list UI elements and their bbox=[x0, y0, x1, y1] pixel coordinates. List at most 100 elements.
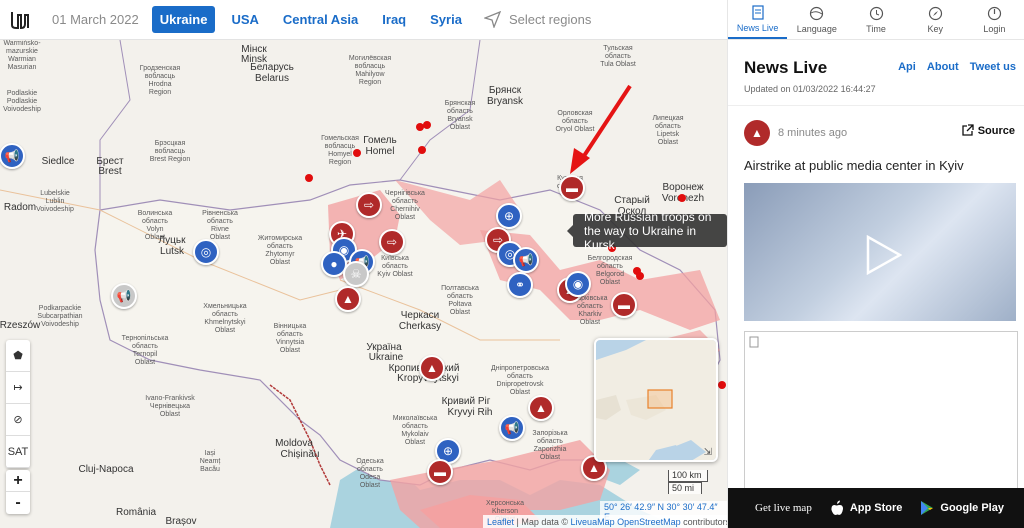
google-play-label: Google Play bbox=[940, 502, 1004, 514]
event-dot[interactable] bbox=[423, 121, 431, 129]
russian-event-marker[interactable]: ▲ bbox=[419, 355, 445, 381]
map-attribution: Leaflet | Map data © LiveuaMap OpenStree… bbox=[483, 515, 727, 528]
scale-mi: 50 mi bbox=[668, 482, 702, 494]
oblast-label: Дніпропетровська область Dnipropetrovsk Obl… bbox=[490, 365, 550, 396]
ukrainian-event-marker[interactable]: ◉ bbox=[565, 271, 591, 297]
russian-event-marker[interactable]: ▬ bbox=[559, 175, 585, 201]
zoom-in-button[interactable]: + bbox=[6, 470, 30, 492]
oblast-label: Warmińsko-mazurskie Warmian Masurian bbox=[3, 40, 41, 71]
measure-tool[interactable]: ↦ bbox=[6, 372, 30, 404]
event-dot[interactable] bbox=[305, 174, 313, 182]
updated-timestamp: Updated on 01/03/2022 16:44:27 bbox=[744, 84, 876, 94]
neutral-event-marker[interactable]: ☠ bbox=[343, 261, 369, 287]
nav-time[interactable]: Time bbox=[846, 0, 905, 39]
clock-icon bbox=[869, 6, 883, 20]
globe-icon bbox=[810, 6, 824, 20]
tab-iraq[interactable]: Iraq bbox=[374, 6, 414, 33]
neutral-event-marker[interactable]: 📢 bbox=[111, 283, 137, 309]
oblast-label: Ivano-Frankivsk Чернівецька Oblast bbox=[145, 395, 195, 418]
oblast-label: Вінницька область Vinnytsia Oblast bbox=[273, 323, 307, 354]
get-live-map-text: Get live map bbox=[755, 502, 812, 514]
contributors-text: contributors bbox=[683, 517, 727, 527]
russian-event-marker[interactable]: ▬ bbox=[611, 292, 637, 318]
select-regions-button[interactable]: Select regions bbox=[483, 11, 591, 28]
zoom-control: + - bbox=[6, 470, 30, 514]
oblast-label: Липецкая область Lipetsk Oblast bbox=[652, 115, 684, 146]
hide-layer-tool[interactable]: ⊘ bbox=[6, 404, 30, 436]
broken-image-icon bbox=[749, 336, 759, 348]
russian-event-marker[interactable]: ▬ bbox=[427, 459, 453, 485]
city-label: Ukraine bbox=[368, 352, 404, 363]
document-icon bbox=[751, 4, 764, 20]
russian-event-marker[interactable]: ▲ bbox=[335, 286, 361, 312]
event-dot[interactable] bbox=[353, 149, 361, 157]
ukrainian-event-marker[interactable]: ◎ bbox=[193, 239, 219, 265]
api-link[interactable]: Api bbox=[898, 61, 916, 73]
google-play-button[interactable]: Google Play bbox=[920, 500, 1004, 516]
news-panel: News Live Language Time Key Login News L… bbox=[727, 0, 1024, 528]
nav-news-live[interactable]: News Live bbox=[728, 0, 788, 39]
tab-central-asia[interactable]: Central Asia bbox=[275, 6, 366, 33]
video-player[interactable] bbox=[744, 183, 1016, 321]
oblast-label: Iași Neamț Bacău bbox=[199, 450, 221, 473]
about-link[interactable]: About bbox=[927, 61, 959, 73]
city-label: Homel bbox=[365, 146, 395, 157]
zoom-out-button[interactable]: - bbox=[6, 492, 30, 514]
app-download-bar: Get live map App Store Google Play bbox=[728, 488, 1024, 528]
ukrainian-event-marker[interactable]: 📢 bbox=[499, 415, 525, 441]
nav-language[interactable]: Language bbox=[787, 0, 846, 39]
top-bar: 01 March 2022 Ukraine USA Central Asia I… bbox=[0, 0, 727, 40]
city-label: Беларусь bbox=[250, 62, 294, 73]
city-label: Chișinău bbox=[280, 449, 320, 460]
nav-key[interactable]: Key bbox=[906, 0, 965, 39]
tweet-us-link[interactable]: Tweet us bbox=[970, 61, 1016, 73]
event-dot[interactable] bbox=[418, 146, 426, 154]
oblast-label: Київська область Kyiv Oblast bbox=[377, 255, 413, 278]
event-dot[interactable] bbox=[636, 272, 644, 280]
city-label: Cluj-Napoca bbox=[78, 464, 134, 475]
map-area[interactable]: Warmińsko-mazurskie Warmian Masurian Podla… bbox=[0, 40, 727, 528]
russian-event-marker[interactable]: ▲ bbox=[528, 395, 554, 421]
tab-usa[interactable]: USA bbox=[223, 6, 266, 33]
oblast-label: Гродзенская вобласць Hrodna Region bbox=[139, 65, 181, 96]
minimap[interactable]: ⇲ bbox=[594, 338, 718, 462]
tab-ukraine[interactable]: Ukraine bbox=[151, 6, 216, 33]
leaflet-link[interactable]: Leaflet bbox=[487, 517, 514, 527]
city-label: Lutsk bbox=[160, 246, 184, 257]
nav-label: Time bbox=[866, 23, 886, 34]
event-dot[interactable] bbox=[718, 381, 726, 389]
osm-link[interactable]: OpenStreetMap bbox=[617, 517, 681, 527]
current-date[interactable]: 01 March 2022 bbox=[52, 12, 139, 27]
ukrainian-event-marker[interactable]: 📢 bbox=[513, 247, 539, 273]
event-dot[interactable] bbox=[678, 194, 686, 202]
minimap-toggle-icon[interactable]: ⇲ bbox=[704, 447, 712, 458]
ukrainian-event-marker[interactable]: 📢 bbox=[0, 143, 25, 169]
event-tooltip: More Russian troops on the way to Ukrain… bbox=[567, 210, 727, 252]
oblast-label: Одеська область Odesa Oblast bbox=[356, 458, 384, 489]
draw-polygon-tool[interactable]: ⬟ bbox=[6, 340, 30, 372]
nav-login[interactable]: Login bbox=[965, 0, 1024, 39]
city-label: Belarus bbox=[255, 73, 289, 84]
logo[interactable] bbox=[0, 0, 40, 40]
news-story[interactable]: ▲ 8 minutes ago Source Airstrike at publ… bbox=[728, 106, 1024, 173]
panel-nav: News Live Language Time Key Login bbox=[728, 0, 1024, 40]
oblast-label: Полтавська область Poltava Oblast bbox=[441, 285, 479, 316]
app-store-button[interactable]: App Store bbox=[830, 500, 903, 516]
ukrainian-event-marker[interactable]: ⚭ bbox=[507, 272, 533, 298]
play-icon[interactable] bbox=[866, 235, 902, 275]
russian-event-marker[interactable]: ⇨ bbox=[356, 192, 382, 218]
city-label: Bryansk bbox=[486, 96, 524, 107]
source-link[interactable]: Source bbox=[961, 124, 1015, 137]
oblast-label: Тульская область Tula Oblast bbox=[600, 45, 636, 68]
satellite-toggle[interactable]: SAT bbox=[6, 436, 30, 468]
liveuamap-app: 01 March 2022 Ukraine USA Central Asia I… bbox=[0, 0, 1024, 528]
app-store-label: App Store bbox=[849, 502, 903, 514]
tab-syria[interactable]: Syria bbox=[422, 6, 470, 33]
russian-event-marker[interactable]: ⇨ bbox=[379, 229, 405, 255]
oblast-label: Podkarpackie Subcarpathian Voivodeship bbox=[37, 305, 83, 328]
oblast-label: Тернопільська область Ternopil Oblast bbox=[121, 335, 169, 366]
city-label: Kryvyi Rih bbox=[447, 407, 493, 418]
liveuamap-link[interactable]: LiveuaMap bbox=[571, 517, 615, 527]
story-headline[interactable]: Airstrike at public media center in Kyiv bbox=[744, 158, 1008, 173]
ukrainian-event-marker[interactable]: ⊕ bbox=[496, 203, 522, 229]
